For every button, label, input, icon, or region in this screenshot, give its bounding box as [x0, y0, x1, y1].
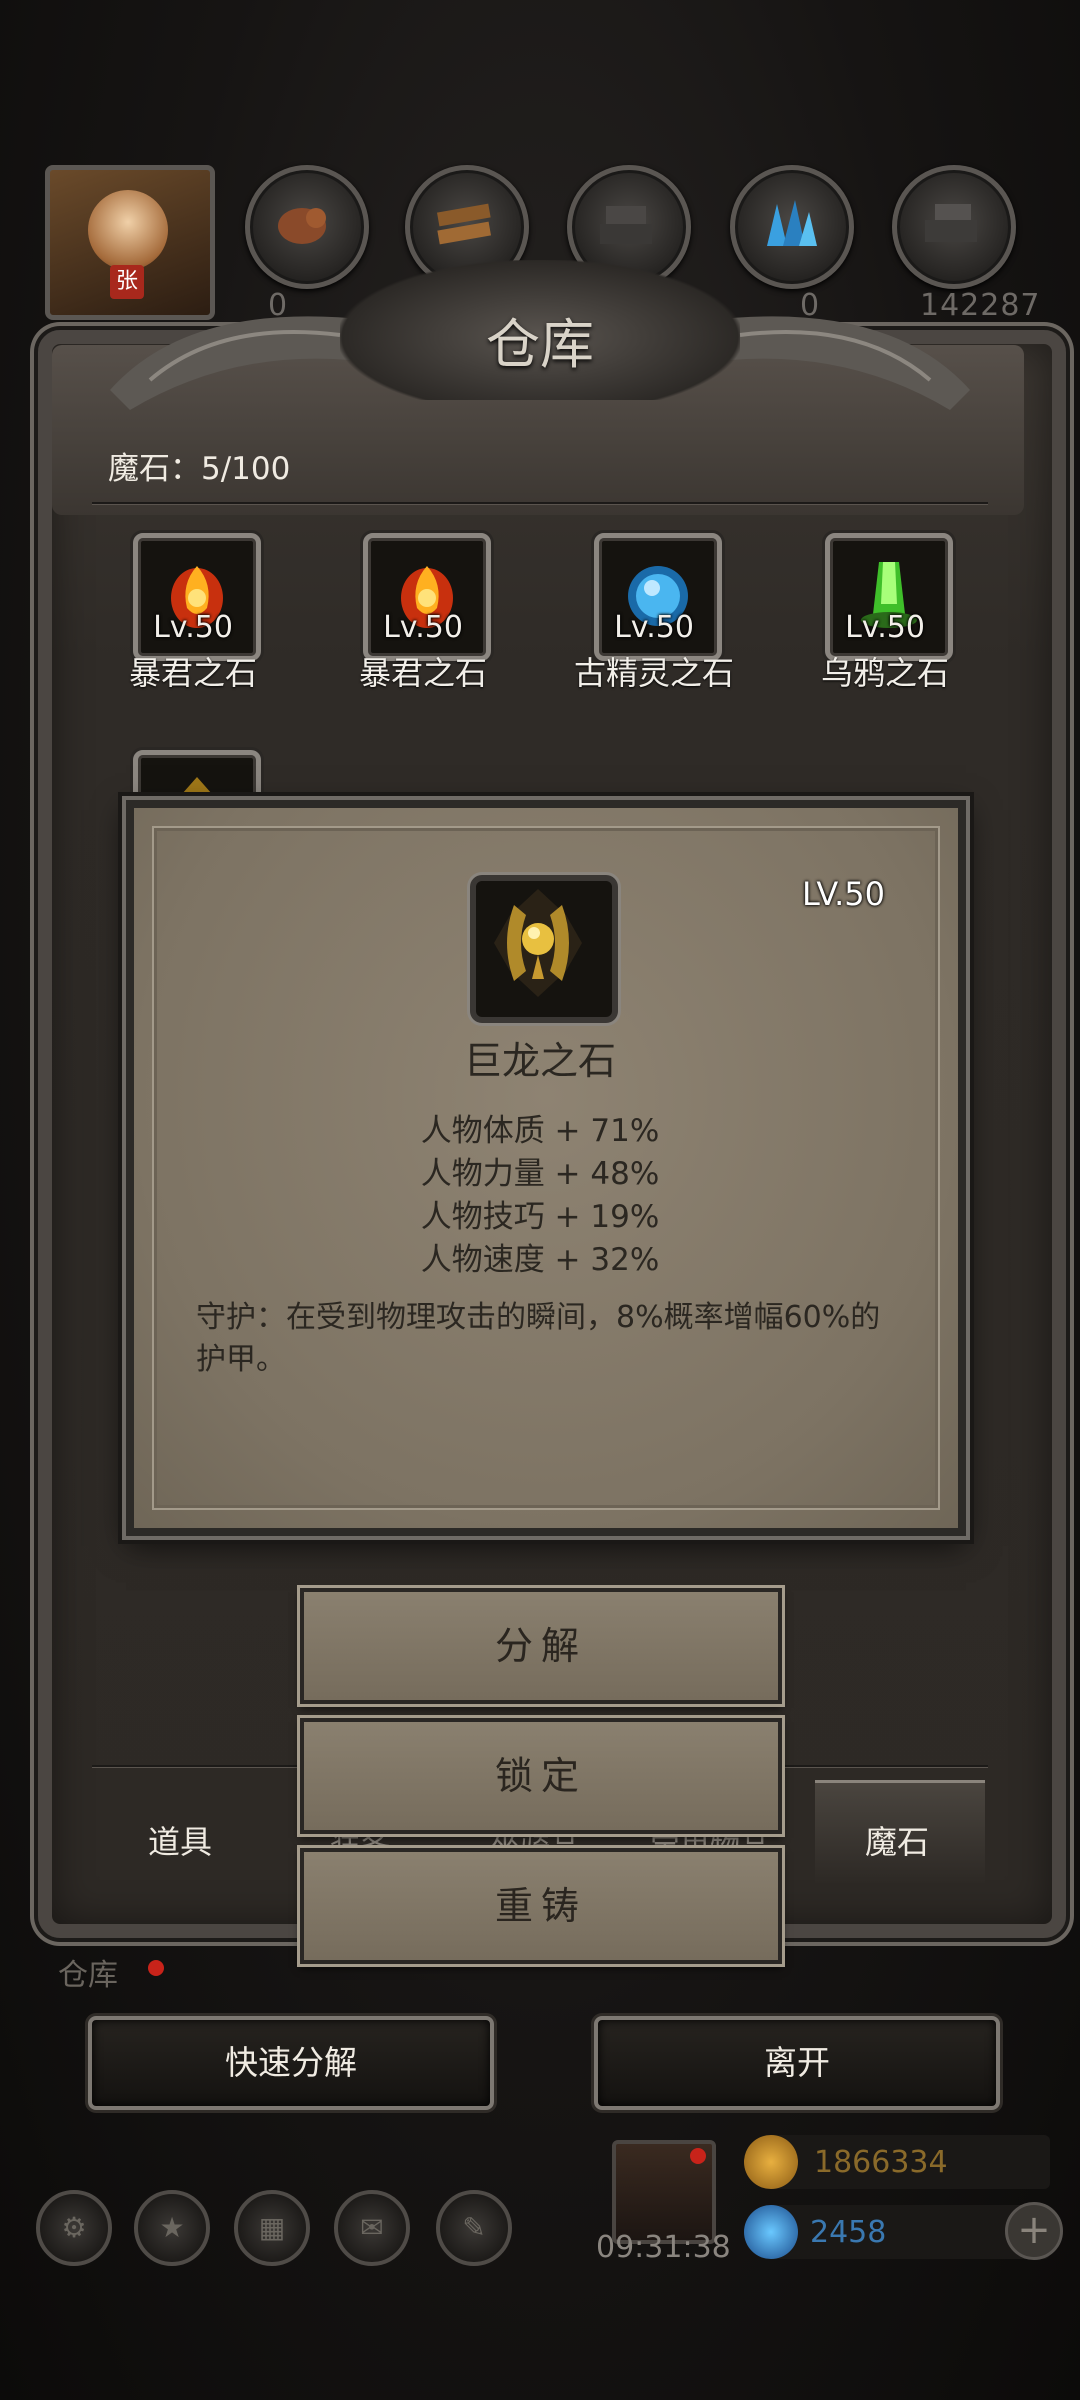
gold-amount: 1866334 [814, 2145, 948, 2180]
item-level-4: Lv.50 [845, 610, 925, 645]
notification-dot [148, 1960, 164, 1976]
crystal-resource-icon[interactable] [730, 165, 854, 289]
item-name-2: 暴君之石 [358, 654, 487, 692]
stat-skill: 人物技巧 + 19% [420, 1199, 660, 1235]
popup-level: LV.50 [802, 875, 885, 913]
item-level-3: Lv.50 [614, 610, 694, 645]
decompose-button[interactable]: 分解 [300, 1588, 782, 1704]
star-icon[interactable]: ★ [134, 2190, 210, 2266]
header-divider [92, 502, 988, 504]
gem-icon [744, 2205, 798, 2259]
gem-amount: 2458 [810, 2215, 887, 2250]
stat-strength: 人物力量 + 48% [420, 1156, 660, 1192]
tab-items[interactable]: 道具 [148, 1817, 212, 1863]
item-name-1: 暴君之石 [128, 654, 257, 692]
mail-icon[interactable]: ✉ [334, 2190, 410, 2266]
stat-speed: 人物速度 + 32% [420, 1242, 660, 1278]
tiger-face-icon [88, 190, 168, 270]
item-name-4: 乌鸦之石 [820, 654, 949, 692]
settings-gear-icon[interactable]: ⚙ [36, 2190, 112, 2266]
quick-decompose-button[interactable]: 快速分解 [88, 2016, 494, 2110]
popup-item-name: 巨龙之石 [463, 1039, 616, 1083]
clock-time: 09:31:38 [596, 2230, 731, 2265]
panel-title: 仓库 [486, 313, 594, 376]
gift-notification-dot [690, 2148, 706, 2164]
dragon-stone-icon [470, 875, 618, 1023]
item-level-1: Lv.50 [153, 610, 233, 645]
stat-constitution: 人物体质 + 71% [420, 1113, 660, 1149]
map-icon[interactable]: ▦ [234, 2190, 310, 2266]
reforge-button[interactable]: 重铸 [300, 1848, 782, 1964]
footer-warehouse-label: 仓库 [58, 1958, 118, 1993]
iron-resource-icon[interactable] [892, 165, 1016, 289]
tab-magic-stone[interactable]: 魔石 [865, 1817, 929, 1863]
gold-coin-icon [744, 2135, 798, 2189]
leave-button[interactable]: 离开 [594, 2016, 1000, 2110]
crest-right-icon [710, 316, 970, 410]
popup-description: 守护：在受到物理攻击的瞬间，8%概率增幅60%的护甲。 [196, 1300, 881, 1377]
chat-icon[interactable]: ✎ [436, 2190, 512, 2266]
item-level-2: Lv.50 [383, 610, 463, 645]
add-currency-button[interactable]: + [1005, 2202, 1063, 2260]
item-name-3: 古精灵之石 [573, 654, 734, 692]
crest-left-icon [110, 316, 370, 410]
lock-button[interactable]: 锁定 [300, 1718, 782, 1834]
magic-stone-count: 魔石：5/100 [108, 451, 291, 487]
